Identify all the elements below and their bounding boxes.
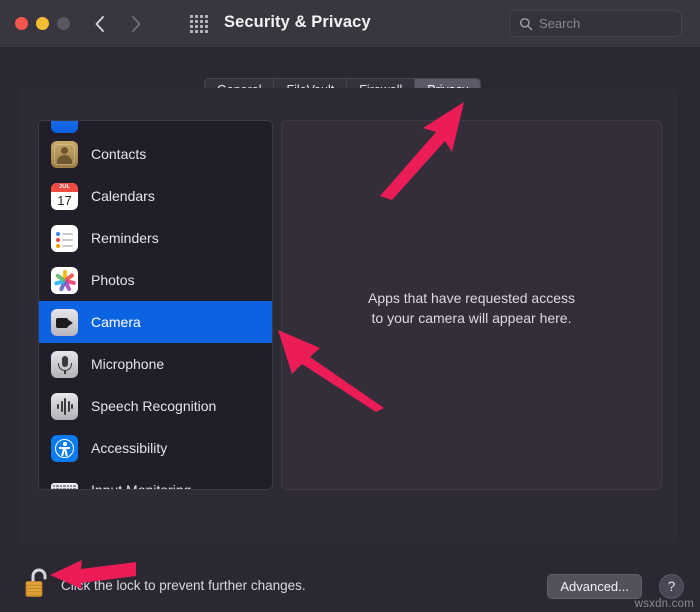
- search-input[interactable]: Search: [509, 10, 682, 37]
- sidebar-item-label: Calendars: [91, 188, 155, 204]
- keyboard-icon: [51, 482, 78, 489]
- location-services-icon: [51, 121, 78, 133]
- watermark: wsxdn.com: [634, 598, 694, 610]
- zoom-button[interactable]: [57, 17, 70, 30]
- app-permissions-panel: Apps that have requested access to your …: [281, 120, 662, 490]
- forward-button[interactable]: [124, 12, 148, 36]
- window-titlebar: Security & Privacy Search: [0, 0, 700, 48]
- unlocked-padlock-icon: [25, 568, 47, 597]
- sidebar-item-speech-recognition[interactable]: Speech Recognition: [39, 385, 272, 427]
- sidebar-item-label: Accessibility: [91, 440, 168, 456]
- lock-status-text: Click the lock to prevent further change…: [61, 578, 306, 593]
- search-placeholder: Search: [539, 16, 581, 31]
- sidebar-item-label: Speech Recognition: [91, 398, 217, 414]
- sidebar-item-label: Contacts: [91, 146, 147, 162]
- accessibility-icon: [51, 434, 78, 462]
- chevron-right-icon: [132, 16, 141, 32]
- sidebar-item-label: Microphone: [91, 356, 165, 372]
- microphone-icon: [51, 350, 78, 378]
- minimize-button[interactable]: [36, 17, 49, 30]
- camera-icon: [51, 308, 78, 336]
- privacy-pane: Contacts JUL 17 Calendars Reminders Phot…: [20, 88, 678, 543]
- sidebar-item-calendars[interactable]: JUL 17 Calendars: [39, 175, 272, 217]
- advanced-button[interactable]: Advanced...: [547, 574, 642, 599]
- lock-button[interactable]: [22, 565, 56, 601]
- show-all-preferences-icon[interactable]: [190, 15, 210, 34]
- page-title: Security & Privacy: [224, 13, 371, 31]
- sidebar-item-photos[interactable]: Photos: [39, 259, 272, 301]
- help-button[interactable]: ?: [659, 574, 684, 599]
- close-button[interactable]: [15, 17, 28, 30]
- sidebar-item-label: Input Monitoring: [91, 482, 192, 490]
- sidebar-item-camera[interactable]: Camera: [39, 301, 272, 343]
- sidebar-item-microphone[interactable]: Microphone: [39, 343, 272, 385]
- sidebar-item-input-monitoring[interactable]: Input Monitoring: [39, 469, 272, 490]
- search-icon: [519, 17, 533, 31]
- sidebar-item-reminders[interactable]: Reminders: [39, 217, 272, 259]
- back-button[interactable]: [88, 12, 112, 36]
- calendar-icon-month: JUL: [51, 182, 78, 192]
- empty-state-line-2: to your camera will appear here.: [371, 310, 572, 326]
- empty-state-message: Apps that have requested access to your …: [282, 288, 661, 328]
- chevron-left-icon: [95, 16, 104, 32]
- preferences-window: Security & Privacy Search General FileVa…: [0, 0, 700, 612]
- sidebar-item-label: Reminders: [91, 230, 159, 246]
- sidebar-item-contacts[interactable]: Contacts: [39, 133, 272, 175]
- speech-recognition-icon: [51, 392, 78, 420]
- sidebar-item-label: Photos: [91, 272, 135, 288]
- sidebar-item-label: Camera: [91, 314, 141, 330]
- reminders-icon: [51, 224, 78, 252]
- calendar-icon-day: 17: [57, 192, 72, 208]
- photos-icon: [51, 266, 78, 294]
- privacy-category-list[interactable]: Contacts JUL 17 Calendars Reminders Phot…: [38, 120, 273, 490]
- sidebar-item-accessibility[interactable]: Accessibility: [39, 427, 272, 469]
- empty-state-line-1: Apps that have requested access: [367, 290, 576, 306]
- sidebar-item-location-services[interactable]: [39, 121, 272, 133]
- calendar-icon: JUL 17: [51, 182, 78, 210]
- contacts-icon: [51, 140, 78, 168]
